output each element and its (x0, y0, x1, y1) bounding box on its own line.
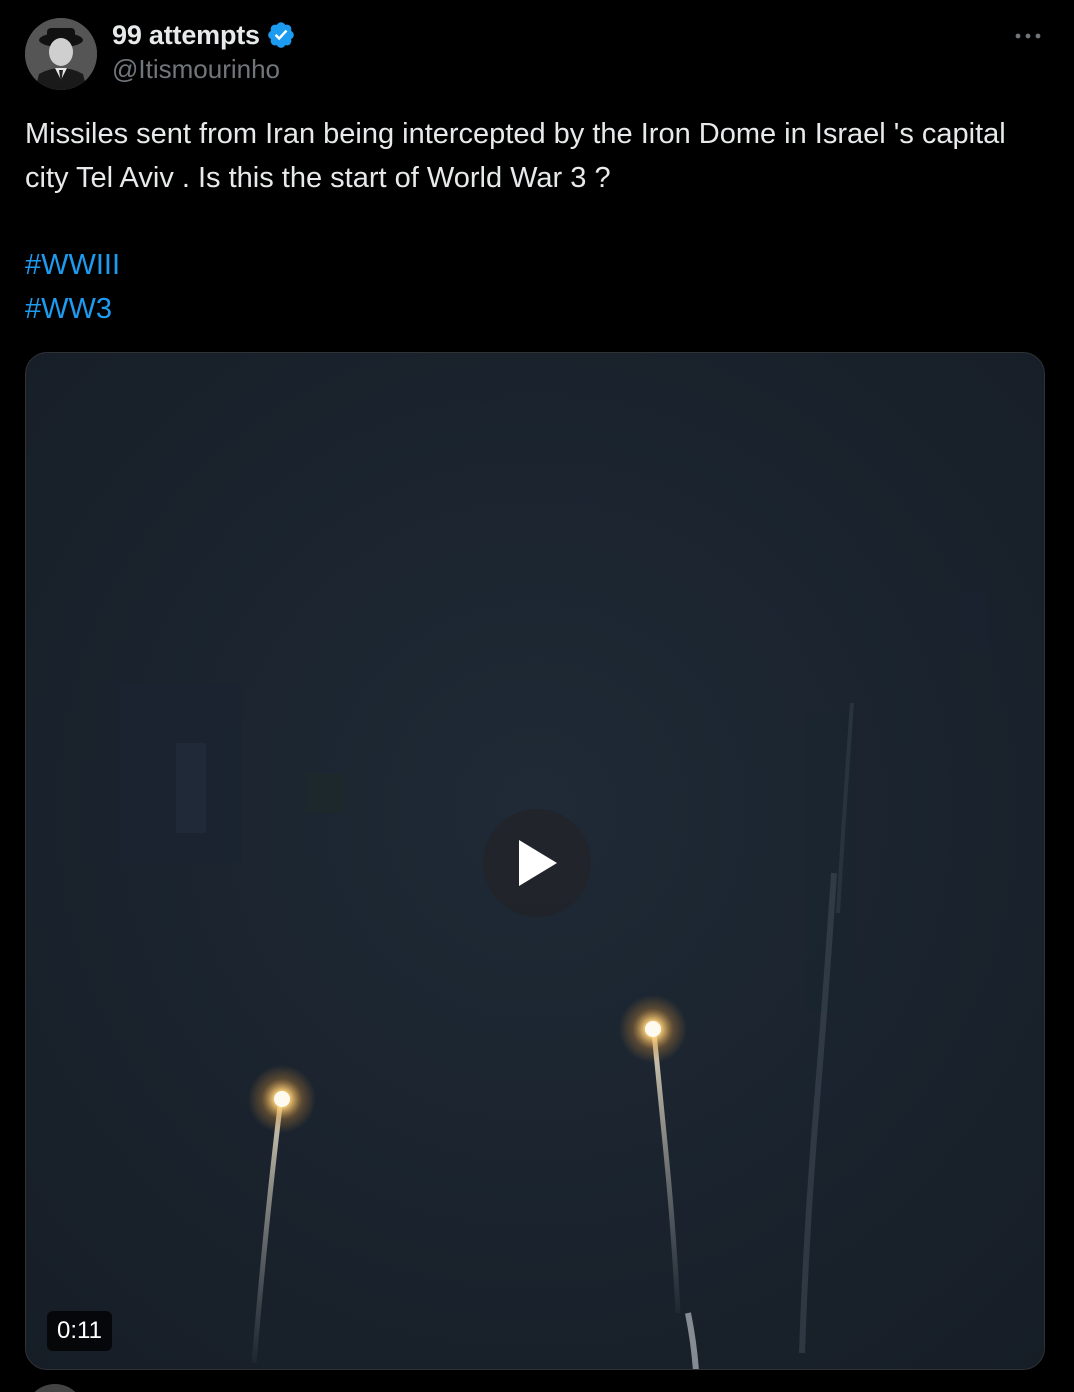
tweet-text: Missiles sent from Iran being intercepte… (25, 118, 1006, 194)
play-icon (519, 840, 557, 886)
hashtag-link[interactable]: #WW3 (25, 287, 120, 331)
next-tweet-avatar (25, 1384, 85, 1392)
avatar-image (25, 18, 97, 90)
author-avatar[interactable] (25, 18, 97, 90)
more-horizontal-icon (1015, 33, 1041, 39)
verified-badge-icon (268, 22, 294, 48)
hashtag-link[interactable]: #WWIII (25, 243, 120, 287)
next-tweet-peek (25, 1378, 365, 1392)
hashtag-list: #WWIII #WW3 (25, 243, 120, 331)
author-name[interactable]: 99 attempts (112, 20, 260, 51)
more-options-button[interactable] (1008, 22, 1048, 50)
video-duration: 0:11 (47, 1311, 112, 1351)
video-player[interactable]: 0:11 (25, 352, 1045, 1370)
play-button[interactable] (483, 809, 591, 917)
tweet: 99 attempts @Itismourinho Missiles sent … (0, 0, 1074, 1392)
author-name-row: 99 attempts (112, 18, 296, 52)
author-handle[interactable]: @Itismourinho (112, 54, 280, 85)
